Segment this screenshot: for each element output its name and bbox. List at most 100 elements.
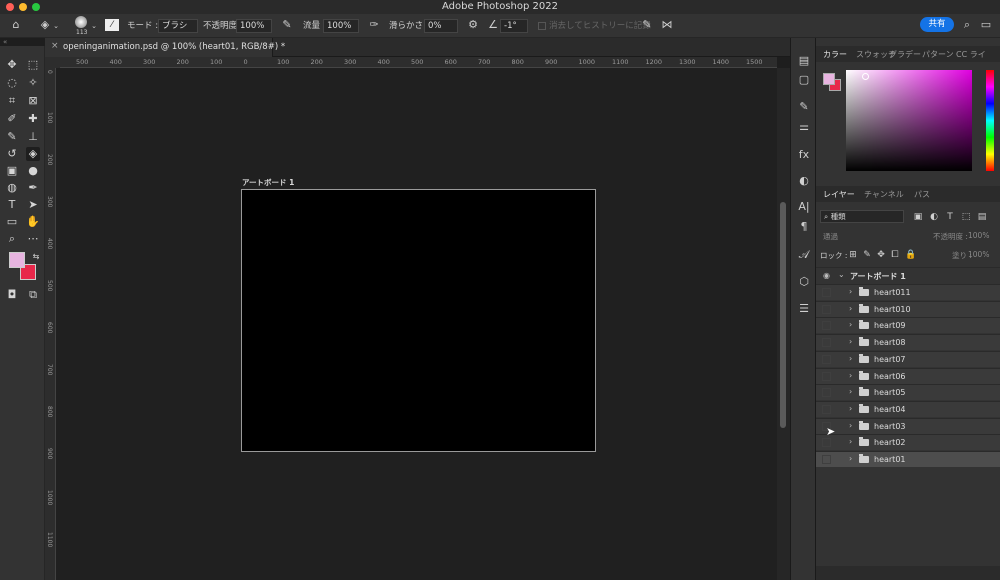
- pressure-opacity-icon[interactable]: ✎: [280, 19, 294, 31]
- tab-color[interactable]: カラー: [823, 49, 847, 60]
- visibility-toggle[interactable]: [822, 404, 831, 414]
- lock-image-icon[interactable]: ✎: [862, 249, 872, 261]
- home-icon[interactable]: ⌂: [9, 19, 23, 31]
- visibility-toggle[interactable]: [822, 338, 831, 348]
- blend-mode-select[interactable]: 通過: [823, 231, 838, 245]
- chevron-right-icon[interactable]: ›: [849, 371, 852, 380]
- layer-row[interactable]: › heart02: [816, 434, 1000, 451]
- brushes-panel-icon[interactable]: ✎: [797, 100, 811, 114]
- chevron-down-icon[interactable]: ⌄: [838, 270, 845, 279]
- chevron-down-icon[interactable]: ⌄: [52, 20, 60, 32]
- symmetry-butterfly-icon[interactable]: ⋈: [660, 19, 674, 31]
- chevron-right-icon[interactable]: ›: [849, 354, 852, 363]
- erase-history-checkbox[interactable]: [538, 22, 546, 30]
- layer-row[interactable]: › heart011: [816, 284, 1000, 300]
- visibility-toggle[interactable]: [822, 371, 831, 381]
- search-icon[interactable]: ⌕: [961, 19, 973, 31]
- visibility-toggle[interactable]: [822, 288, 831, 297]
- layer-row[interactable]: › heart07: [816, 350, 1000, 367]
- color-panel-foreground-swatch[interactable]: [823, 73, 835, 85]
- healing-brush-tool-icon[interactable]: ✚: [26, 112, 40, 126]
- layer-row[interactable]: › heart03: [816, 417, 1000, 434]
- pen-tool-icon[interactable]: ✒: [26, 181, 40, 195]
- properties-panel-icon[interactable]: ☰: [797, 302, 811, 316]
- chevron-right-icon[interactable]: ›: [849, 437, 852, 446]
- eraser-tool-preset-icon[interactable]: ◈: [38, 19, 52, 31]
- layer-row[interactable]: › heart010: [816, 300, 1000, 317]
- hue-slider[interactable]: [986, 70, 994, 171]
- lock-position-icon[interactable]: ✥: [876, 249, 886, 261]
- comments-panel-icon[interactable]: ▢: [797, 73, 811, 87]
- filter-type-icon[interactable]: T: [945, 211, 955, 223]
- chevron-right-icon[interactable]: ›: [849, 320, 852, 329]
- share-button[interactable]: 共有: [920, 17, 954, 32]
- visibility-toggle[interactable]: [822, 354, 831, 364]
- visibility-toggle[interactable]: [822, 438, 831, 448]
- brush-settings-icon[interactable]: ⁄: [105, 19, 119, 31]
- layer-kind-filter[interactable]: ⌕ 種類: [820, 210, 904, 223]
- layer-row[interactable]: › heart01: [816, 451, 1000, 467]
- eye-icon[interactable]: ◉: [823, 271, 832, 280]
- brush-tool-icon[interactable]: ✎: [5, 130, 19, 144]
- screen-mode-icon[interactable]: ⧉: [26, 288, 40, 302]
- layer-row[interactable]: › heart08: [816, 334, 1000, 351]
- tab-channels[interactable]: チャンネル: [864, 189, 904, 200]
- chevron-right-icon[interactable]: ›: [849, 387, 852, 396]
- collapse-toolbar-icon[interactable]: «: [3, 38, 7, 46]
- gradient-tool-icon[interactable]: ▣: [5, 164, 19, 178]
- tab-paths[interactable]: パス: [914, 189, 930, 200]
- eyedropper-tool-icon[interactable]: ✐: [5, 112, 19, 126]
- chevron-right-icon[interactable]: ›: [849, 421, 852, 430]
- lock-transparent-icon[interactable]: ⊞: [848, 249, 858, 261]
- layer-row[interactable]: › heart04: [816, 400, 1000, 417]
- glyphs-panel-icon[interactable]: 𝒜: [797, 248, 811, 262]
- mode-select[interactable]: ブラシ: [158, 19, 198, 33]
- history-panel-icon[interactable]: ▤: [797, 54, 811, 68]
- foreground-color-swatch[interactable]: [9, 252, 25, 268]
- type-tool-icon[interactable]: T: [5, 198, 19, 212]
- adjustments-panel-icon[interactable]: ⚌: [797, 120, 811, 134]
- styles-panel-icon[interactable]: fx: [797, 148, 811, 162]
- opacity-input[interactable]: 100%: [236, 19, 272, 33]
- workspace-icon[interactable]: ▭: [980, 19, 992, 31]
- filter-smart-object-icon[interactable]: ▤: [977, 211, 987, 223]
- layer-row[interactable]: › heart06: [816, 367, 1000, 384]
- visibility-toggle[interactable]: [822, 321, 831, 331]
- flow-input[interactable]: 100%: [323, 19, 359, 33]
- history-brush-tool-icon[interactable]: ↺: [5, 147, 19, 161]
- tab-cc-libraries[interactable]: CC ライ: [956, 49, 986, 60]
- chevron-right-icon[interactable]: ›: [849, 337, 852, 346]
- document-tab[interactable]: × openinganimation.psd @ 100% (heart01, …: [45, 38, 285, 57]
- character-panel-icon[interactable]: A|: [797, 200, 811, 214]
- gear-icon[interactable]: ⚙: [466, 19, 480, 31]
- filter-pixel-icon[interactable]: ▣: [913, 211, 923, 223]
- tab-patterns[interactable]: パターン: [922, 49, 954, 60]
- lasso-tool-icon[interactable]: ◌: [5, 76, 19, 90]
- artboard-layer-row[interactable]: ◉ ⌄ アートボード 1: [816, 267, 1000, 283]
- rectangle-tool-icon[interactable]: ▭: [5, 215, 19, 229]
- tab-gradients[interactable]: グラデー: [889, 49, 921, 60]
- lock-all-icon[interactable]: 🔒: [905, 249, 916, 261]
- layer-row[interactable]: › heart09: [816, 317, 1000, 334]
- blur-tool-icon[interactable]: ●: [26, 164, 40, 178]
- fill-value[interactable]: 100%: [968, 250, 989, 264]
- visibility-toggle[interactable]: [822, 388, 831, 398]
- crop-tool-icon[interactable]: ⌗: [5, 94, 19, 108]
- layer-opacity-value[interactable]: 100%: [968, 231, 989, 245]
- visibility-toggle[interactable]: [822, 455, 831, 464]
- filter-shape-icon[interactable]: ⬚: [961, 211, 971, 223]
- marquee-tool-icon[interactable]: ⬚: [26, 58, 40, 72]
- color-picker-handle[interactable]: [862, 73, 869, 80]
- angle-input[interactable]: -1°: [500, 19, 528, 33]
- chevron-right-icon[interactable]: ›: [849, 287, 852, 296]
- hand-tool-icon[interactable]: ✋: [26, 215, 40, 229]
- chevron-right-icon[interactable]: ›: [849, 304, 852, 313]
- lock-artboard-icon[interactable]: ⧠: [890, 249, 900, 261]
- close-tab-icon[interactable]: ×: [51, 41, 59, 51]
- frame-tool-icon[interactable]: ⊠: [26, 94, 40, 108]
- swap-colors-icon[interactable]: ⇆: [29, 250, 43, 264]
- chevron-down-icon[interactable]: ⌄: [90, 20, 98, 32]
- stamp-tool-icon[interactable]: ⊥: [26, 130, 40, 144]
- layer-row[interactable]: › heart05: [816, 384, 1000, 401]
- tab-layers[interactable]: レイヤー: [823, 189, 855, 200]
